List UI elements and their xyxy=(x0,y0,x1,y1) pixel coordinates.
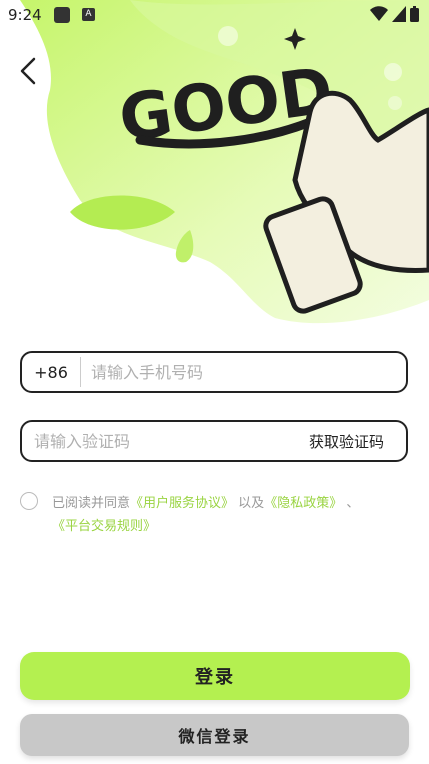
status-bar: 9:24 A xyxy=(0,0,429,30)
privacy-policy-link[interactable]: 《隐私政策》 xyxy=(264,496,342,511)
signal-icon xyxy=(392,6,406,22)
agreement-prefix: 已阅读并同意 xyxy=(52,496,131,511)
chevron-left-icon xyxy=(20,57,36,85)
trading-rules-link[interactable]: 《平台交易规则》 xyxy=(52,519,156,534)
battery-icon xyxy=(410,6,419,22)
verification-code-input[interactable] xyxy=(22,422,309,460)
hero-illustration: GOOD xyxy=(20,0,429,324)
agreement-checkbox[interactable] xyxy=(20,492,38,510)
text-notification-icon: A xyxy=(82,8,95,21)
get-code-button[interactable]: 获取验证码 xyxy=(309,431,406,452)
app-notification-icon xyxy=(54,7,70,23)
agreement-separator: 、 xyxy=(346,496,360,511)
wechat-login-button[interactable]: 微信登录 xyxy=(20,714,409,756)
wifi-icon xyxy=(370,6,388,21)
country-code-selector[interactable]: +86 xyxy=(22,363,80,382)
back-button[interactable] xyxy=(14,55,46,87)
verification-field: 获取验证码 xyxy=(20,420,408,462)
phone-input[interactable] xyxy=(81,353,406,391)
phone-field: +86 xyxy=(20,351,408,393)
status-time: 9:24 xyxy=(8,6,42,24)
agreement-mid: 以及 xyxy=(238,496,265,511)
login-button[interactable]: 登录 xyxy=(20,652,410,700)
agreement-text: 已阅读并同意《用户服务协议》 以及《隐私政策》 、 《平台交易规则》 xyxy=(52,492,407,538)
user-service-agreement-link[interactable]: 《用户服务协议》 xyxy=(130,496,234,511)
